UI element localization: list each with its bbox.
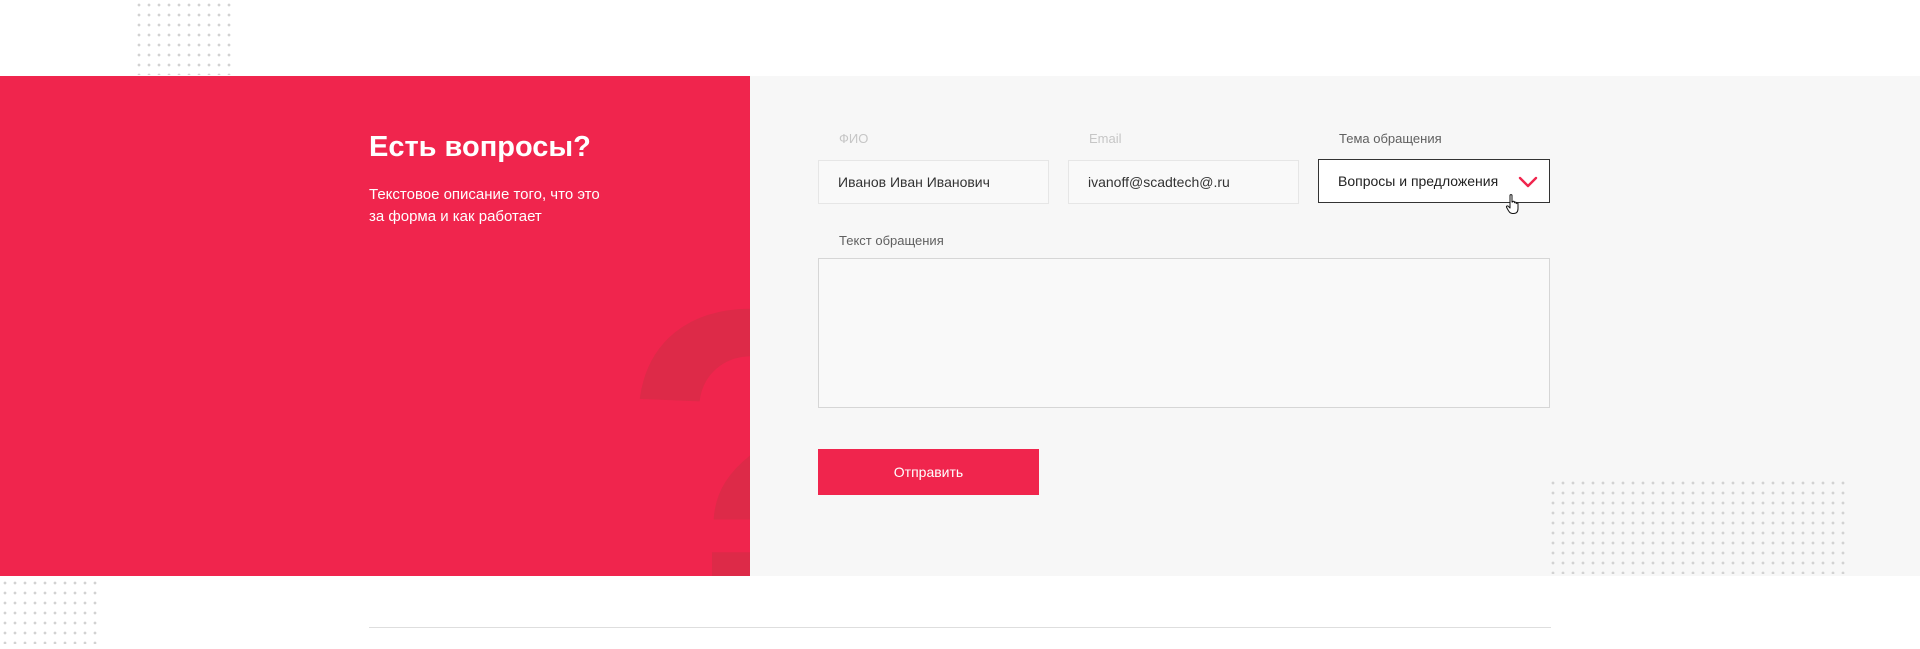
message-textarea[interactable] — [818, 258, 1550, 408]
fio-input[interactable]: Иванов Иван Иванович — [818, 160, 1049, 204]
footer-divider — [369, 627, 1551, 628]
message-label: Текст обращения — [839, 233, 944, 248]
decorative-dot-grid-bottom-left — [0, 578, 100, 644]
email-label: Email — [1089, 131, 1122, 146]
question-mark-decoration: ? — [620, 246, 750, 576]
hand-pointer-icon — [1505, 194, 1519, 214]
section-title: Есть вопросы? — [369, 131, 591, 163]
topic-label: Тема обращения — [1339, 131, 1442, 146]
topic-selected-value: Вопросы и предложения — [1338, 173, 1499, 189]
decorative-dot-grid-top — [134, 0, 234, 75]
section-description: Текстовое описание того, что это за форм… — [369, 186, 600, 225]
decorative-dot-grid-bottom-right — [1548, 478, 1846, 574]
submit-button[interactable]: Отправить — [818, 449, 1039, 495]
chevron-down-icon[interactable] — [1517, 171, 1539, 193]
email-input[interactable]: ivanoff@scadtech@.ru — [1068, 160, 1299, 204]
fio-label: ФИО — [839, 131, 869, 146]
contact-intro-panel: ? Есть вопросы? Текстовое описание того,… — [0, 76, 750, 576]
